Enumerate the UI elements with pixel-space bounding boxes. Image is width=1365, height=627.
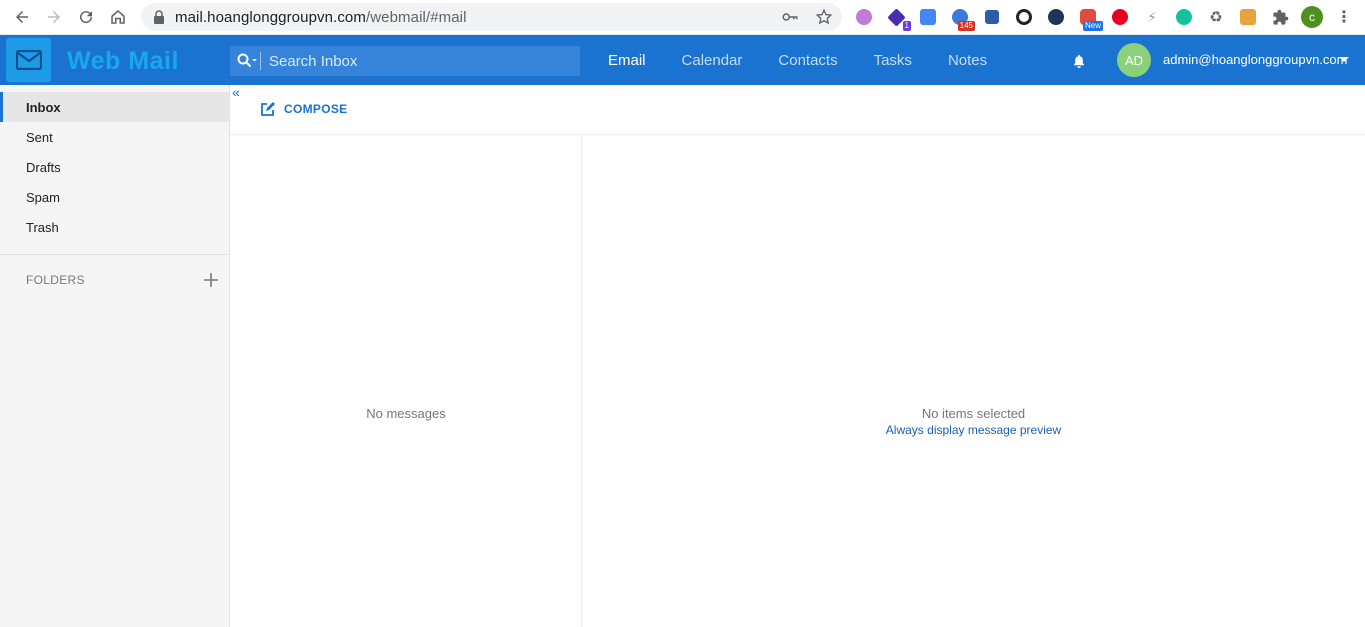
folders-header: FOLDERS	[0, 255, 229, 305]
ext-purple-icon[interactable]	[852, 5, 876, 29]
arrow-right-icon	[48, 11, 60, 23]
nav-notes[interactable]: Notes	[930, 35, 1005, 85]
main-nav: Email Calendar Contacts Tasks Notes	[590, 35, 1005, 85]
ext-graduation-icon[interactable]: 1	[884, 5, 911, 31]
key-icon[interactable]	[780, 7, 800, 27]
ext-weather-icon[interactable]: 145	[948, 5, 975, 31]
ext-save-icon[interactable]	[980, 5, 1004, 29]
plus-icon[interactable]	[203, 272, 219, 288]
message-list: No messages	[230, 135, 582, 627]
sidebar-item-inbox[interactable]: Inbox	[0, 92, 229, 122]
ext-badge: 145	[957, 21, 975, 31]
chevron-down-icon[interactable]	[1339, 57, 1349, 62]
ext-puzzle-icon[interactable]	[1268, 5, 1292, 29]
app-logo[interactable]	[6, 38, 51, 82]
compose-button[interactable]: COMPOSE	[260, 101, 347, 117]
nav-tasks[interactable]: Tasks	[856, 35, 930, 85]
sidebar: Inbox Sent Drafts Spam Trash FOLDERS	[0, 85, 230, 627]
search-box	[230, 46, 580, 76]
nav-contacts[interactable]: Contacts	[760, 35, 855, 85]
always-preview-link: Always display message preview	[582, 423, 1365, 437]
bell-icon[interactable]	[1071, 53, 1087, 69]
compose-label: COMPOSE	[284, 102, 348, 116]
user-avatar[interactable]: AD	[1117, 43, 1151, 77]
url-path: /webmail/#mail	[365, 8, 467, 26]
sidebar-item-drafts[interactable]: Drafts	[0, 152, 229, 182]
sidebar-item-sent[interactable]: Sent	[0, 122, 229, 152]
envelope-icon	[15, 50, 42, 70]
home-icon	[111, 10, 125, 24]
ext-grammarly-icon[interactable]	[1172, 5, 1196, 29]
sidebar-item-spam[interactable]: Spam	[0, 182, 229, 212]
search-icon[interactable]	[236, 52, 258, 70]
always-preview-link-text[interactable]: Always display message preview	[886, 423, 1061, 437]
ext-pinterest-icon[interactable]	[1108, 5, 1132, 29]
search-divider	[260, 52, 261, 70]
url-host: mail.hoanglonggroupvn.com	[175, 8, 366, 26]
url-text: mail.hoanglonggroupvn.com/webmail/#mail	[175, 9, 467, 26]
lock-icon	[154, 10, 164, 24]
forward-button[interactable]	[38, 2, 70, 32]
reload-icon	[80, 11, 93, 24]
ext-badge: New	[1082, 21, 1103, 31]
profile-avatar: c	[1301, 6, 1323, 28]
ext-translate-icon[interactable]	[916, 5, 940, 29]
mail-toolbar: COMPOSE	[230, 85, 1365, 135]
app-header: Web Mail Email Calendar Contacts Tasks N…	[0, 35, 1365, 85]
back-button[interactable]	[6, 2, 38, 32]
user-email[interactable]: admin@hoanglonggroupvn.com	[1163, 52, 1347, 67]
ext-game-icon[interactable]	[1236, 5, 1260, 29]
app-title: Web Mail	[67, 47, 179, 75]
search-input[interactable]	[269, 52, 569, 70]
preview-pane: No items selected Always display message…	[582, 135, 1365, 627]
ext-sync-icon[interactable]	[1012, 5, 1036, 29]
nav-email[interactable]: Email	[590, 35, 664, 85]
compose-icon	[261, 102, 275, 116]
folders-header-label: FOLDERS	[26, 273, 85, 287]
sidebar-item-trash[interactable]: Trash	[0, 212, 229, 242]
profile-button[interactable]: c	[1300, 5, 1324, 29]
nav-calendar[interactable]: Calendar	[664, 35, 761, 85]
browser-toolbar: mail.hoanglonggroupvn.com/webmail/#mail …	[0, 0, 1365, 35]
ext-camera-icon[interactable]: New	[1076, 5, 1103, 31]
no-selection-text: No items selected	[921, 406, 1026, 421]
ext-bolt-icon[interactable]: ⚡	[1140, 5, 1164, 29]
address-bar[interactable]: mail.hoanglonggroupvn.com/webmail/#mail	[141, 3, 842, 31]
reload-button[interactable]	[70, 2, 102, 32]
arrow-left-icon	[16, 11, 28, 23]
ext-ip-icon[interactable]	[1044, 5, 1068, 29]
ext-badge: 1	[902, 21, 911, 31]
ext-recycle-icon[interactable]: ♻	[1204, 5, 1228, 29]
extensions-bar: 1 145 New ⚡ ♻ c ⋮	[852, 5, 1356, 31]
star-icon[interactable]	[814, 7, 834, 27]
collapse-sidebar-icon[interactable]: «	[232, 85, 246, 100]
folder-list: Inbox Sent Drafts Spam Trash	[0, 92, 229, 242]
browser-menu-icon[interactable]: ⋮	[1332, 5, 1356, 29]
empty-list-text: No messages	[366, 406, 446, 421]
home-button[interactable]	[102, 2, 134, 32]
